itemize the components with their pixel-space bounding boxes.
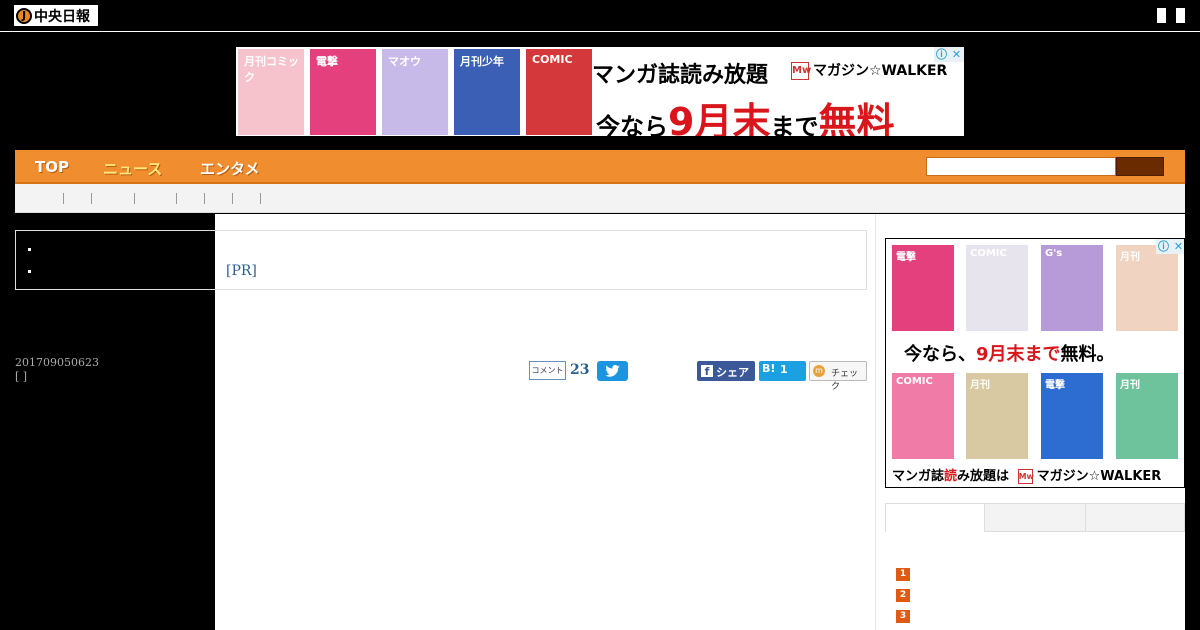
side-ad-tagline: マンガ誌読み放題は Mw マガジン☆WALKER bbox=[892, 465, 1161, 484]
ad-subline-mid: まで bbox=[770, 113, 819, 136]
search-input[interactable] bbox=[926, 157, 1116, 176]
ad-headline: マンガ誌読み放題 bbox=[592, 63, 769, 88]
menu-bar-icon[interactable] bbox=[1176, 8, 1185, 23]
ad-cover-label: 電撃 bbox=[896, 252, 916, 263]
side-ad-tagline-highlight: 読 bbox=[944, 469, 958, 484]
search-button[interactable] bbox=[1116, 157, 1164, 176]
pr-label[interactable]: [PR] bbox=[226, 263, 257, 279]
main-nav: TOP ニュース エンタメ bbox=[15, 150, 1185, 184]
twitter-bird-icon bbox=[605, 365, 620, 377]
twitter-share-button[interactable] bbox=[597, 361, 628, 381]
logo-text: 中央日報 bbox=[34, 8, 90, 25]
subnav-separator bbox=[260, 193, 261, 204]
ad-cover-label: COMIC bbox=[532, 53, 573, 66]
facebook-icon: f bbox=[701, 365, 713, 378]
ad-cover-label: 月刊コミック bbox=[244, 55, 299, 84]
subnav-separator bbox=[91, 193, 92, 204]
ad-magazine-cover: 月刊 bbox=[1116, 373, 1178, 459]
mixi-check-label: チェック bbox=[831, 369, 859, 392]
rank-number-badge: 3 bbox=[896, 610, 910, 623]
sidebar-ad[interactable]: 電撃 COMIC G's 月刊 今なら、9月末まで無料。 COMIC 月刊 電撃… bbox=[885, 238, 1185, 488]
comment-button[interactable]: コメント bbox=[529, 361, 566, 380]
ranking-tab[interactable] bbox=[1085, 503, 1185, 532]
hatena-count: 1 bbox=[780, 363, 788, 376]
ad-magazine-cover: 電撃 bbox=[1041, 373, 1103, 459]
comment-count[interactable]: 23 bbox=[570, 362, 589, 378]
ad-cover-label: COMIC bbox=[970, 248, 1007, 259]
adchoices-info-icon[interactable]: ⓘ bbox=[1156, 239, 1171, 254]
nav-item-news[interactable]: ニュース bbox=[103, 158, 162, 179]
ad-close-icon[interactable]: ✕ bbox=[1171, 239, 1184, 254]
mixi-icon: m bbox=[813, 365, 825, 377]
nav-item-top[interactable]: TOP bbox=[35, 158, 69, 176]
subnav-separator bbox=[176, 193, 177, 204]
menu-bar-icon[interactable] bbox=[1157, 8, 1166, 23]
ad-magazine-cover: COMIC bbox=[892, 373, 954, 459]
ad-magazine-cover: COMIC bbox=[526, 49, 592, 135]
ad-subline-highlight: 9月末 bbox=[668, 100, 771, 136]
ad-magazine-cover: COMIC bbox=[966, 245, 1028, 331]
list-bullet bbox=[28, 270, 31, 273]
article-date: 201709050623 bbox=[15, 356, 99, 369]
ad-brand-text: マガジン☆WALKER bbox=[813, 63, 948, 79]
ad-subline: 今なら9月末まで無料 bbox=[596, 91, 894, 136]
side-ad-headline-prefix: 今なら、 bbox=[904, 344, 976, 365]
page: J 中央日報 月刊コミック 電撃 マオウ 月刊少年 COMIC マンガ誌読み放題… bbox=[0, 0, 1200, 630]
related-links-box bbox=[15, 230, 216, 290]
top-banner-ad[interactable]: 月刊コミック 電撃 マオウ 月刊少年 COMIC マンガ誌読み放題 Mw マガジン… bbox=[236, 47, 964, 136]
ad-subline-emph: 無料 bbox=[818, 100, 895, 136]
ad-cover-label: 電撃 bbox=[316, 55, 338, 68]
nav-item-entertainment[interactable]: エンタメ bbox=[200, 158, 260, 179]
ad-magazine-cover: 月刊少年 bbox=[454, 49, 520, 135]
top-bar: J 中央日報 bbox=[0, 0, 1200, 32]
facebook-share-button[interactable]: f シェア bbox=[697, 361, 755, 381]
ad-magazine-cover: G's bbox=[1041, 245, 1103, 331]
subnav-separator bbox=[134, 193, 135, 204]
pr-box bbox=[215, 230, 867, 290]
brand-logo-icon: Mw bbox=[1017, 469, 1034, 484]
ad-close-icon[interactable]: ✕ bbox=[949, 47, 964, 62]
ad-magazine-cover: 電撃 bbox=[310, 49, 376, 135]
ad-magazine-cover: 月刊 bbox=[1116, 245, 1178, 331]
hatena-icon: B! bbox=[762, 362, 776, 375]
ranking-tab[interactable] bbox=[984, 503, 1086, 532]
article-source: [ ] bbox=[15, 370, 28, 383]
ad-subline-prefix: 今なら bbox=[596, 113, 668, 136]
side-ad-brand: マガジン☆WALKER bbox=[1036, 469, 1162, 484]
ad-cover-label: 月刊 bbox=[970, 380, 990, 391]
ad-brand: Mw マガジン☆WALKER bbox=[791, 60, 947, 80]
hatena-bookmark-button[interactable]: B! 1 bbox=[759, 361, 806, 381]
ad-magazine-cover: マオウ bbox=[382, 49, 448, 135]
subnav-separator bbox=[232, 193, 233, 204]
facebook-share-label: シェア bbox=[716, 366, 749, 379]
ad-cover-label: マオウ bbox=[388, 55, 421, 68]
adchoices-info-icon[interactable]: ⓘ bbox=[934, 47, 949, 62]
rank-number-badge: 1 bbox=[896, 568, 910, 581]
side-ad-tagline-prefix: マンガ誌 bbox=[892, 469, 945, 484]
ad-cover-label: 電撃 bbox=[1045, 380, 1065, 391]
ad-cover-label: 月刊 bbox=[1120, 380, 1140, 391]
side-ad-headline-highlight: 9月末まで bbox=[976, 344, 1061, 365]
side-ad-tagline-suffix: み放題は bbox=[957, 469, 1010, 484]
ad-cover-label: G's bbox=[1045, 248, 1063, 259]
subnav-separator bbox=[204, 193, 205, 204]
list-bullet bbox=[28, 248, 31, 251]
site-logo[interactable]: J 中央日報 bbox=[14, 5, 98, 26]
mixi-check-button[interactable]: m チェック bbox=[809, 361, 867, 392]
sub-nav bbox=[15, 184, 1185, 213]
ad-magazine-cover: 電撃 bbox=[892, 245, 954, 331]
ranking-tabs bbox=[885, 503, 1185, 532]
ad-cover-label: 月刊 bbox=[1120, 252, 1140, 263]
ad-magazine-cover: 月刊コミック bbox=[238, 49, 304, 135]
ranking-tab[interactable] bbox=[885, 503, 985, 532]
ad-magazine-cover: 月刊 bbox=[966, 373, 1028, 459]
side-ad-headline-suffix: 無料。 bbox=[1060, 344, 1115, 365]
side-ad-headline: 今なら、9月末まで無料。 bbox=[904, 340, 1115, 366]
subnav-separator bbox=[63, 193, 64, 204]
logo-mark-icon: J bbox=[16, 7, 32, 24]
ad-cover-label: COMIC bbox=[896, 376, 933, 387]
ad-cover-label: 月刊少年 bbox=[460, 55, 504, 68]
rank-number-badge: 2 bbox=[896, 589, 910, 602]
brand-logo-icon: Mw bbox=[791, 62, 811, 80]
